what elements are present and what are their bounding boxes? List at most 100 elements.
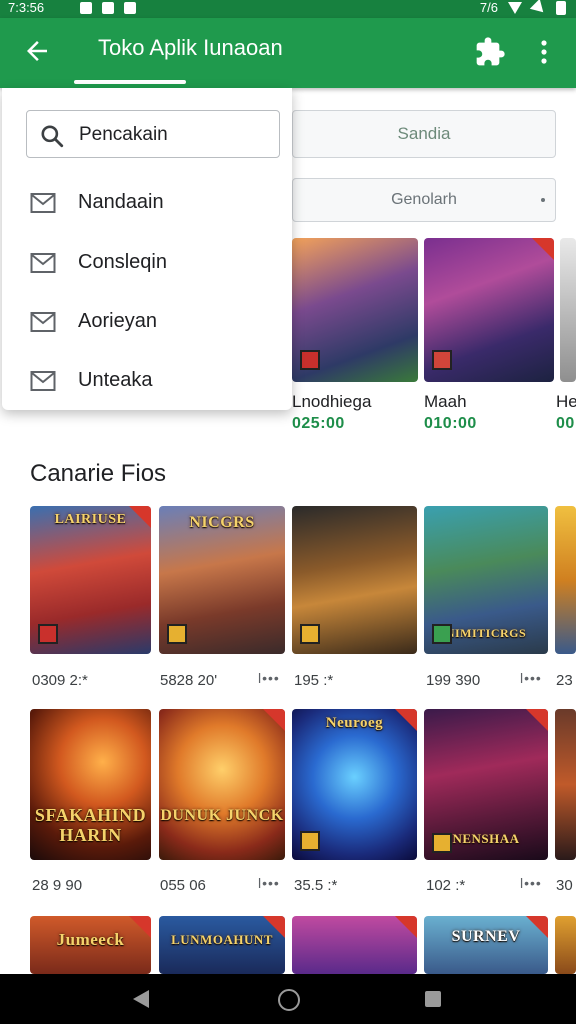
- section-title: Canarie Fios: [30, 460, 167, 487]
- app-thumbnail-title: NICGRS: [189, 514, 255, 531]
- app-bar: Toko Aplik Iunaoan: [0, 18, 576, 88]
- back-arrow-icon[interactable]: [22, 36, 52, 66]
- dropdown-indicator-icon: [541, 198, 545, 202]
- search-icon: [41, 125, 64, 148]
- genre-select-value: Genolarh: [391, 191, 457, 208]
- menu-item-label: Aorieyan: [78, 310, 157, 332]
- sale-badge: [129, 506, 151, 528]
- tab-indicator: [74, 80, 186, 84]
- menu-item[interactable]: Nandaain: [30, 184, 280, 224]
- mail-icon: [30, 193, 56, 213]
- nav-back-icon[interactable]: [133, 990, 149, 1008]
- featured-app-thumbnail[interactable]: [424, 238, 554, 382]
- app-rating: 055 06: [160, 877, 206, 894]
- menu-search-input[interactable]: Pencakain: [26, 110, 280, 158]
- menu-item[interactable]: Consleqin: [30, 244, 280, 284]
- sale-badge: [395, 916, 417, 938]
- sale-badge: [263, 709, 285, 731]
- mail-icon: [30, 253, 56, 273]
- app-rating: 195 :*: [294, 672, 334, 689]
- more-options-icon[interactable]: l•••: [520, 670, 542, 686]
- sale-badge: [263, 916, 285, 938]
- status-right-text: 7/6: [479, 0, 498, 15]
- app-rating: 102 :*: [426, 877, 466, 894]
- menu-item[interactable]: Unteaka: [30, 362, 280, 402]
- app-rating: 5828 20': [160, 672, 218, 689]
- app-thumbnail[interactable]: [292, 916, 417, 974]
- app-thumbnail[interactable]: [292, 506, 417, 654]
- more-options-icon[interactable]: l•••: [258, 670, 280, 686]
- app-thumbnail[interactable]: LAIRIUSE: [30, 506, 151, 654]
- extension-icon[interactable]: [474, 36, 506, 68]
- mail-icon: [30, 371, 56, 391]
- notification-icon: [80, 2, 92, 14]
- sale-badge: [526, 709, 548, 731]
- notification-icon: [124, 2, 136, 14]
- battery-icon: [556, 0, 566, 15]
- app-thumbnail[interactable]: NICGRS: [159, 506, 285, 654]
- app-rating: 0309 2:*: [32, 672, 88, 689]
- notification-icons: [80, 2, 136, 14]
- app-logo-icon: [300, 831, 320, 851]
- overflow-menu-icon[interactable]: [532, 36, 556, 68]
- app-thumbnail[interactable]: NIMITICRGS: [424, 506, 548, 654]
- featured-app-thumbnail[interactable]: [292, 238, 418, 382]
- app-rating: 199 390: [426, 672, 481, 689]
- app-logo-icon: [432, 624, 452, 644]
- featured-app-price: 00: [556, 415, 575, 432]
- app-thumbnail[interactable]: NENSHAA: [424, 709, 548, 860]
- nav-recents-icon[interactable]: [425, 991, 441, 1007]
- genre-select[interactable]: Genolarh: [292, 178, 556, 222]
- more-options-icon[interactable]: l•••: [520, 875, 542, 891]
- search-field-placeholder: Sandia: [397, 124, 451, 143]
- signal-icon: [529, 0, 549, 17]
- page-title: Toko Aplik Iunaoan: [98, 35, 283, 60]
- app-thumbnail[interactable]: [555, 709, 576, 860]
- app-rating: 35.5 :*: [294, 877, 338, 894]
- status-bar: 7:3:56 7/6: [0, 0, 576, 18]
- app-logo-icon: [432, 833, 452, 853]
- featured-app-price: 010:00: [424, 415, 477, 432]
- status-right: 7/6: [479, 0, 566, 17]
- app-thumbnail[interactable]: SFAKAHIND HARIN: [30, 709, 151, 860]
- featured-app-name[interactable]: Lnodhiega: [292, 392, 371, 412]
- sale-badge: [129, 916, 151, 938]
- app-thumbnail[interactable]: SURNEV: [424, 916, 548, 974]
- app-thumbnail[interactable]: Neuroeg: [292, 709, 417, 860]
- nav-home-icon[interactable]: [278, 989, 300, 1011]
- app-thumbnail[interactable]: [555, 916, 576, 974]
- app-rating: 23: [556, 672, 573, 689]
- menu-item-label: Unteaka: [78, 369, 153, 391]
- app-logo-icon: [300, 350, 320, 370]
- app-rating: 28 9 90: [32, 877, 83, 894]
- app-thumbnail[interactable]: LUNMOAHUNT: [159, 916, 285, 974]
- menu-search-text: Pencakain: [79, 124, 168, 145]
- search-field[interactable]: Sandia: [292, 110, 556, 158]
- app-rating: 30: [556, 877, 573, 894]
- featured-app-name[interactable]: Maah: [424, 392, 467, 412]
- featured-app-name[interactable]: He: [556, 392, 576, 412]
- app-logo-icon: [300, 624, 320, 644]
- system-navigation-bar: [0, 974, 576, 1024]
- app-logo-icon: [38, 624, 58, 644]
- menu-item[interactable]: Aorieyan: [30, 303, 280, 343]
- menu-item-label: Consleqin: [78, 251, 167, 273]
- sale-badge: [395, 709, 417, 731]
- app-thumbnail[interactable]: Jumeeck: [30, 916, 151, 974]
- app-logo-icon: [432, 350, 452, 370]
- dropdown-menu: Pencakain Nandaain Consleqin Aorieyan Un…: [2, 88, 292, 410]
- app-thumbnail-title: DUNUK JUNCK: [160, 807, 284, 824]
- mail-icon: [30, 312, 56, 332]
- app-logo-icon: [167, 624, 187, 644]
- more-options-icon[interactable]: l•••: [258, 875, 280, 891]
- app-thumbnail[interactable]: DUNUK JUNCK: [159, 709, 285, 860]
- notification-icon: [102, 2, 114, 14]
- sale-badge: [532, 238, 554, 260]
- status-time: 7:3:56: [8, 0, 45, 15]
- featured-app-thumbnail[interactable]: [560, 238, 576, 382]
- wifi-icon: [508, 1, 522, 14]
- app-thumbnail-title: SFAKAHIND HARIN: [34, 805, 147, 845]
- app-thumbnail[interactable]: [555, 506, 576, 654]
- menu-item-label: Nandaain: [78, 191, 164, 213]
- sale-badge: [526, 916, 548, 938]
